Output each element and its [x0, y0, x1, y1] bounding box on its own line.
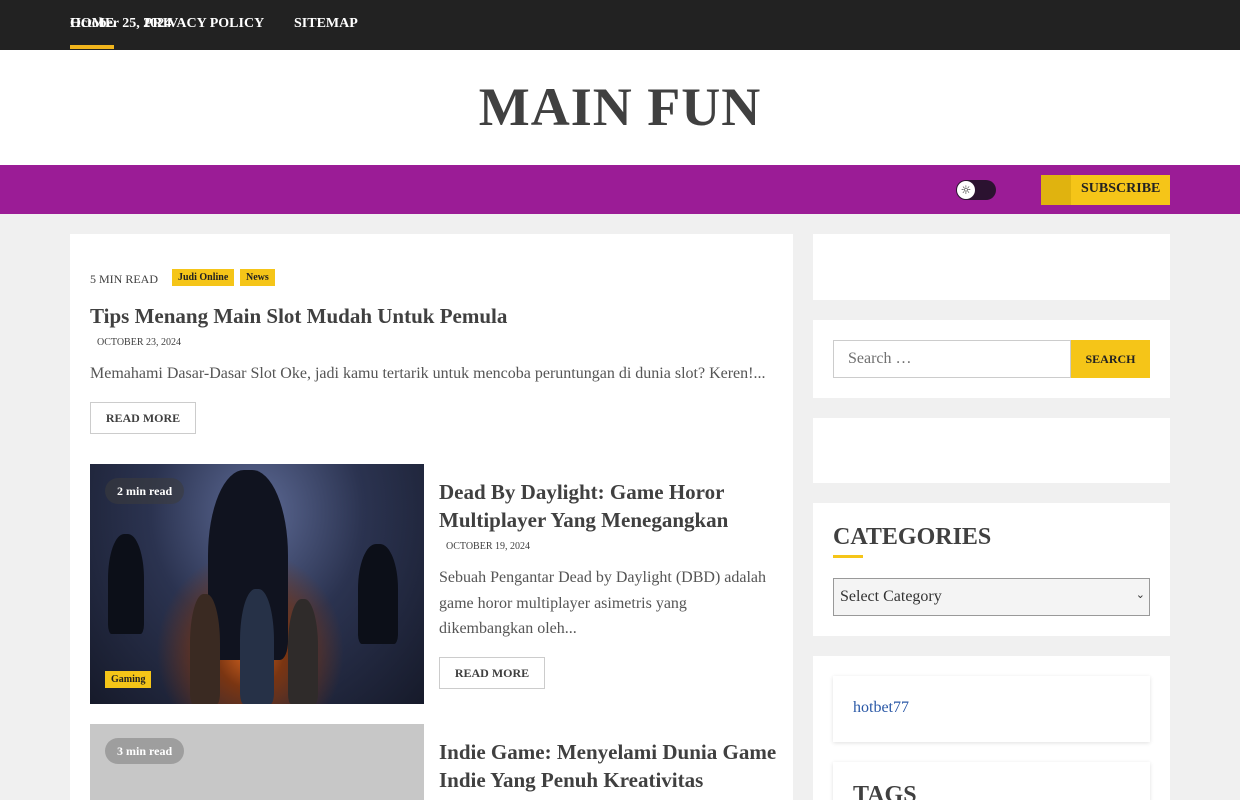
post-title[interactable]: Dead By Daylight: Game Horor Multiplayer… [439, 478, 779, 534]
nav-item-privacy-policy[interactable]: Privacy Policy [144, 16, 264, 32]
search-input[interactable]: Search … [833, 340, 1071, 378]
subscribe-label: Subscribe [1081, 181, 1161, 196]
post-title[interactable]: Indie Game: Menyelami Dunia Game Indie Y… [439, 738, 779, 794]
categories-widget [813, 503, 1170, 636]
category-tag[interactable]: Gaming [105, 671, 152, 688]
read-time-badge: 2 min read [105, 478, 185, 504]
read-time-badge: 3 min read [105, 738, 185, 764]
categories-title: Categories [833, 524, 992, 550]
post-date: OCTOBER 23, 2024 [97, 337, 181, 348]
subscribe-icon [1041, 175, 1071, 205]
subscribe-button[interactable]: Subscribe [1041, 175, 1170, 205]
title-underline [833, 555, 863, 558]
category-select[interactable]: Select Category ⌄ [833, 578, 1150, 616]
post-excerpt: Sebuah Pengantar Dead by Daylight (DBD) … [439, 569, 767, 637]
category-tag[interactable]: News [240, 269, 275, 286]
post-date: OCTOBER 19, 2024 [446, 541, 530, 552]
tags-title: Tags [853, 782, 917, 800]
post-excerpt: Memahami Dasar-Dasar Slot Oke, jadi kamu… [90, 365, 766, 382]
sun-icon: ☼ [957, 181, 975, 199]
read-more-button[interactable]: Read More [90, 402, 196, 434]
nav-item-home[interactable]: Home [70, 16, 115, 49]
category-select-value: Select Category [840, 588, 942, 605]
nav-item-sitemap[interactable]: Sitemap [294, 16, 358, 32]
tags-card: Tags [833, 762, 1150, 800]
theme-toggle[interactable]: ☼ [956, 180, 996, 200]
sidebar-widget-empty [813, 418, 1170, 483]
link-card: hotbet77 [833, 676, 1150, 742]
read-more-button[interactable]: Read More [439, 657, 545, 689]
masthead: MAIN FUN [0, 50, 1240, 165]
chevron-down-icon: ⌄ [1135, 588, 1145, 601]
sidebar-link-hotbet77[interactable]: hotbet77 [853, 699, 909, 717]
site-title[interactable]: MAIN FUN [0, 76, 1240, 138]
post-title[interactable]: Tips Menang Main Slot Mudah Untuk Pemula [90, 302, 780, 330]
post-read-time: 5 MIN READ [90, 272, 158, 286]
category-tag[interactable]: Judi Online [172, 269, 235, 286]
search-button[interactable]: Search [1071, 340, 1150, 378]
sidebar-widget-empty [813, 234, 1170, 300]
